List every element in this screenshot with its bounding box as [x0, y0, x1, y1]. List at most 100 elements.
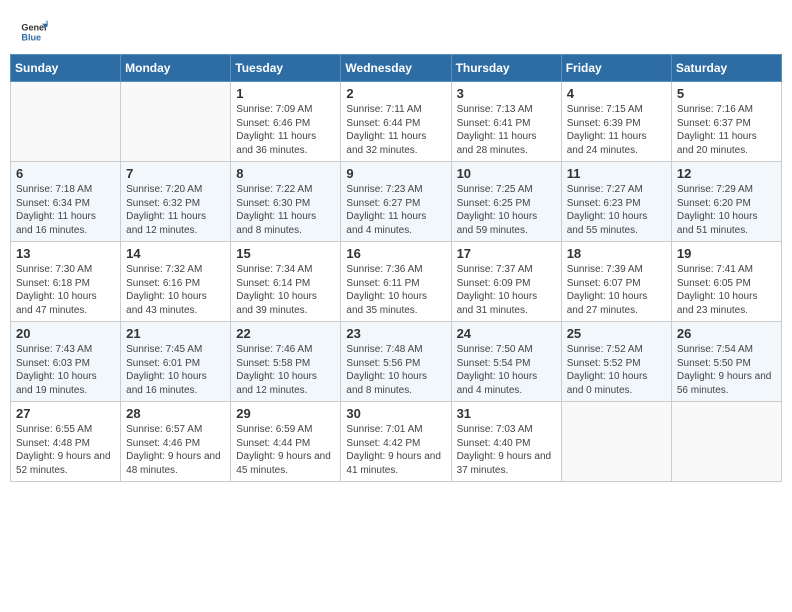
day-number: 27 — [16, 406, 115, 421]
cell-info: Sunrise: 7:39 AM Sunset: 6:07 PM Dayligh… — [567, 263, 666, 317]
cell-info: Sunrise: 6:59 AM Sunset: 4:44 PM Dayligh… — [236, 423, 335, 477]
day-header-wednesday: Wednesday — [341, 55, 451, 82]
calendar-cell: 31 Sunrise: 7:03 AM Sunset: 4:40 PM Dayli… — [451, 402, 561, 482]
day-header-thursday: Thursday — [451, 55, 561, 82]
day-number: 19 — [677, 246, 776, 261]
cell-info: Sunrise: 7:20 AM Sunset: 6:32 PM Dayligh… — [126, 183, 225, 237]
page-header: General Blue — [10, 10, 782, 50]
day-header-saturday: Saturday — [671, 55, 781, 82]
cell-info: Sunrise: 7:41 AM Sunset: 6:05 PM Dayligh… — [677, 263, 776, 317]
day-number: 16 — [346, 246, 445, 261]
calendar-cell: 14 Sunrise: 7:32 AM Sunset: 6:16 PM Dayli… — [121, 242, 231, 322]
calendar-cell: 18 Sunrise: 7:39 AM Sunset: 6:07 PM Dayli… — [561, 242, 671, 322]
day-number: 21 — [126, 326, 225, 341]
day-number: 5 — [677, 86, 776, 101]
calendar-cell: 1 Sunrise: 7:09 AM Sunset: 6:46 PM Daylig… — [231, 82, 341, 162]
day-number: 8 — [236, 166, 335, 181]
calendar-cell: 15 Sunrise: 7:34 AM Sunset: 6:14 PM Dayli… — [231, 242, 341, 322]
cell-info: Sunrise: 7:09 AM Sunset: 6:46 PM Dayligh… — [236, 103, 335, 157]
calendar-cell: 27Sunrise: 6:55 AM Sunset: 4:48 PM Dayli… — [11, 402, 121, 482]
calendar-cell: 24 Sunrise: 7:50 AM Sunset: 5:54 PM Dayli… — [451, 322, 561, 402]
calendar-cell: 16 Sunrise: 7:36 AM Sunset: 6:11 PM Dayli… — [341, 242, 451, 322]
day-number: 28 — [126, 406, 225, 421]
cell-info: Sunrise: 7:34 AM Sunset: 6:14 PM Dayligh… — [236, 263, 335, 317]
calendar-cell: 9 Sunrise: 7:23 AM Sunset: 6:27 PM Daylig… — [341, 162, 451, 242]
day-header-monday: Monday — [121, 55, 231, 82]
cell-info: Sunrise: 7:45 AM Sunset: 6:01 PM Dayligh… — [126, 343, 225, 397]
calendar-table: SundayMondayTuesdayWednesdayThursdayFrid… — [10, 54, 782, 482]
cell-info: Sunrise: 7:50 AM Sunset: 5:54 PM Dayligh… — [457, 343, 556, 397]
calendar-cell: 21 Sunrise: 7:45 AM Sunset: 6:01 PM Dayli… — [121, 322, 231, 402]
day-number: 30 — [346, 406, 445, 421]
day-header-sunday: Sunday — [11, 55, 121, 82]
cell-info: Sunrise: 6:57 AM Sunset: 4:46 PM Dayligh… — [126, 423, 225, 477]
day-header-friday: Friday — [561, 55, 671, 82]
day-number: 14 — [126, 246, 225, 261]
cell-info: Sunrise: 7:30 AM Sunset: 6:18 PM Dayligh… — [16, 263, 115, 317]
cell-info: Sunrise: 7:22 AM Sunset: 6:30 PM Dayligh… — [236, 183, 335, 237]
calendar-cell: 5Sunrise: 7:16 AM Sunset: 6:37 PM Daylig… — [671, 82, 781, 162]
calendar-cell: 4Sunrise: 7:15 AM Sunset: 6:39 PM Daylig… — [561, 82, 671, 162]
calendar-cell — [671, 402, 781, 482]
day-number: 18 — [567, 246, 666, 261]
day-number: 20 — [16, 326, 115, 341]
calendar-cell: 20Sunrise: 7:43 AM Sunset: 6:03 PM Dayli… — [11, 322, 121, 402]
day-number: 17 — [457, 246, 556, 261]
calendar-week-1: 1 Sunrise: 7:09 AM Sunset: 6:46 PM Daylig… — [11, 82, 782, 162]
cell-info: Sunrise: 7:29 AM Sunset: 6:20 PM Dayligh… — [677, 183, 776, 237]
calendar-cell: 6 Sunrise: 7:18 AM Sunset: 6:34 PM Daylig… — [11, 162, 121, 242]
day-number: 22 — [236, 326, 335, 341]
cell-info: Sunrise: 7:23 AM Sunset: 6:27 PM Dayligh… — [346, 183, 445, 237]
calendar-week-3: 13 Sunrise: 7:30 AM Sunset: 6:18 PM Dayli… — [11, 242, 782, 322]
cell-info: Sunrise: 7:18 AM Sunset: 6:34 PM Dayligh… — [16, 183, 115, 237]
day-number: 29 — [236, 406, 335, 421]
calendar-cell: 19 Sunrise: 7:41 AM Sunset: 6:05 PM Dayli… — [671, 242, 781, 322]
calendar-cell: 13 Sunrise: 7:30 AM Sunset: 6:18 PM Dayli… — [11, 242, 121, 322]
calendar-week-5: 27Sunrise: 6:55 AM Sunset: 4:48 PM Dayli… — [11, 402, 782, 482]
calendar-cell: 25 Sunrise: 7:52 AM Sunset: 5:52 PM Dayli… — [561, 322, 671, 402]
calendar-cell: 26 Sunrise: 7:54 AM Sunset: 5:50 PM Dayli… — [671, 322, 781, 402]
day-header-tuesday: Tuesday — [231, 55, 341, 82]
day-number: 15 — [236, 246, 335, 261]
day-number: 7 — [126, 166, 225, 181]
day-number: 1 — [236, 86, 335, 101]
cell-info: Sunrise: 7:27 AM Sunset: 6:23 PM Dayligh… — [567, 183, 666, 237]
day-number: 11 — [567, 166, 666, 181]
cell-info: Sunrise: 7:15 AM Sunset: 6:39 PM Dayligh… — [567, 103, 666, 157]
cell-info: Sunrise: 7:11 AM Sunset: 6:44 PM Dayligh… — [346, 103, 445, 157]
cell-info: Sunrise: 7:03 AM Sunset: 4:40 PM Dayligh… — [457, 423, 556, 477]
cell-info: Sunrise: 7:25 AM Sunset: 6:25 PM Dayligh… — [457, 183, 556, 237]
calendar-cell: 7 Sunrise: 7:20 AM Sunset: 6:32 PM Daylig… — [121, 162, 231, 242]
calendar-cell: 30 Sunrise: 7:01 AM Sunset: 4:42 PM Dayli… — [341, 402, 451, 482]
day-number: 24 — [457, 326, 556, 341]
day-number: 2 — [346, 86, 445, 101]
calendar-cell: 12 Sunrise: 7:29 AM Sunset: 6:20 PM Dayli… — [671, 162, 781, 242]
calendar-cell: 22Sunrise: 7:46 AM Sunset: 5:58 PM Dayli… — [231, 322, 341, 402]
day-number: 31 — [457, 406, 556, 421]
cell-info: Sunrise: 7:01 AM Sunset: 4:42 PM Dayligh… — [346, 423, 445, 477]
calendar-cell: 29 Sunrise: 6:59 AM Sunset: 4:44 PM Dayli… — [231, 402, 341, 482]
day-number: 25 — [567, 326, 666, 341]
day-number: 6 — [16, 166, 115, 181]
cell-info: Sunrise: 7:54 AM Sunset: 5:50 PM Dayligh… — [677, 343, 776, 397]
day-number: 3 — [457, 86, 556, 101]
day-number: 12 — [677, 166, 776, 181]
cell-info: Sunrise: 7:37 AM Sunset: 6:09 PM Dayligh… — [457, 263, 556, 317]
logo: General Blue — [20, 18, 52, 46]
day-number: 9 — [346, 166, 445, 181]
cell-info: Sunrise: 7:13 AM Sunset: 6:41 PM Dayligh… — [457, 103, 556, 157]
day-number: 10 — [457, 166, 556, 181]
calendar-cell: 2 Sunrise: 7:11 AM Sunset: 6:44 PM Daylig… — [341, 82, 451, 162]
calendar-cell — [121, 82, 231, 162]
calendar-cell — [11, 82, 121, 162]
cell-info: Sunrise: 7:32 AM Sunset: 6:16 PM Dayligh… — [126, 263, 225, 317]
calendar-cell — [561, 402, 671, 482]
day-number: 26 — [677, 326, 776, 341]
cell-info: Sunrise: 7:36 AM Sunset: 6:11 PM Dayligh… — [346, 263, 445, 317]
calendar-cell: 28 Sunrise: 6:57 AM Sunset: 4:46 PM Dayli… — [121, 402, 231, 482]
calendar-cell: 10 Sunrise: 7:25 AM Sunset: 6:25 PM Dayli… — [451, 162, 561, 242]
cell-info: Sunrise: 7:52 AM Sunset: 5:52 PM Dayligh… — [567, 343, 666, 397]
calendar-cell: 11 Sunrise: 7:27 AM Sunset: 6:23 PM Dayli… — [561, 162, 671, 242]
calendar-cell: 3 Sunrise: 7:13 AM Sunset: 6:41 PM Daylig… — [451, 82, 561, 162]
day-number: 13 — [16, 246, 115, 261]
